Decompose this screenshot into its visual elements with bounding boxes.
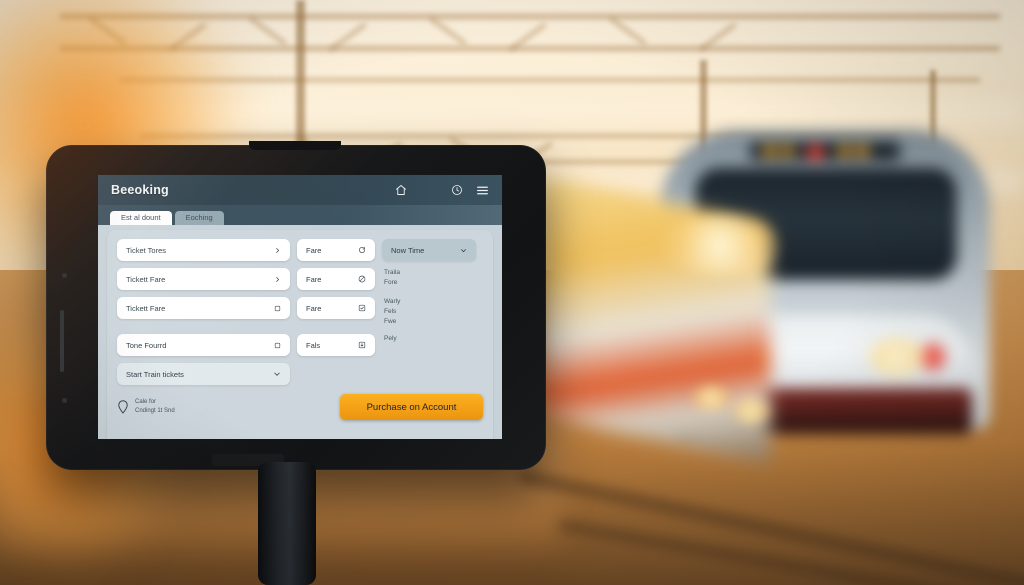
chevron-down-icon xyxy=(460,247,467,254)
side-note-1: Traila Fore xyxy=(384,269,401,287)
fare-label-3: Fare xyxy=(306,303,322,313)
tab-bar: Est al dount Eoching xyxy=(98,205,502,225)
platform-light-1 xyxy=(690,385,732,411)
ticket-tores-label: Ticket Tores xyxy=(126,245,167,255)
train-indicator-amber-right2 xyxy=(856,145,869,157)
chevron-right-icon xyxy=(274,247,281,254)
fals-label: Fals xyxy=(306,340,321,350)
fare-field-1[interactable]: Fare xyxy=(297,239,375,261)
tab-booking[interactable]: Eoching xyxy=(174,210,224,225)
sensor-dot xyxy=(62,398,67,403)
form-footer: Cale for Cndingt 1t Snd Purchase on Acco… xyxy=(117,394,483,421)
side-note-3: Pely xyxy=(384,335,397,343)
header-icon-group xyxy=(451,184,489,196)
train-headlight-right xyxy=(868,338,926,376)
download-box-icon xyxy=(358,341,366,349)
tickett-fare-label-1: Tickett Fare xyxy=(126,274,166,284)
now-time-label: Now Time xyxy=(391,245,425,255)
train-indicator-red xyxy=(807,145,824,160)
chevron-down-icon xyxy=(273,370,281,378)
form-row-3: Tickett Fare Fare Warly Fels Fwe xyxy=(117,297,483,327)
train-indicator-amber-right xyxy=(838,145,851,157)
location-line-2: Cndingt 1t Snd xyxy=(135,408,175,415)
booking-form-card: Ticket Tores Fare Now Time Tickett Fare … xyxy=(107,230,493,439)
tablet-kiosk: Beeoking Est al dount Eoching Ticket Tor… xyxy=(46,141,546,470)
form-row-2: Tickett Fare Fare Traila Fore xyxy=(117,268,483,290)
carriage-window-glow xyxy=(660,215,780,275)
start-train-tickets-label: Start Train tickets xyxy=(126,369,184,379)
fals-field[interactable]: Fals xyxy=(297,334,375,357)
square-icon xyxy=(274,305,281,312)
tone-fourrd-label: Tone Fourrd xyxy=(126,340,167,350)
side-note-2: Warly Fels Fwe xyxy=(384,298,401,326)
checkbox-checked-icon xyxy=(358,304,366,312)
tickett-fare-label-2: Tickett Fare xyxy=(126,303,166,313)
refresh-icon xyxy=(358,246,366,254)
map-pin-icon xyxy=(117,400,129,414)
form-row-4: Tone Fourrd Fals Pely xyxy=(117,334,483,357)
front-camera-dot xyxy=(62,273,67,278)
fare-label-2: Fare xyxy=(306,274,322,284)
hamburger-menu-icon[interactable] xyxy=(476,185,489,196)
ticket-tores-field[interactable]: Ticket Tores xyxy=(117,239,290,261)
train-indicator-amber-left2 xyxy=(781,145,794,157)
chevron-right-icon xyxy=(274,276,281,283)
now-time-select[interactable]: Now Time xyxy=(382,239,476,261)
form-row-5: Start Train tickets xyxy=(117,363,483,386)
location-text: Cale for Cndingt 1t Snd xyxy=(135,398,175,416)
train-indicator-amber-left xyxy=(763,145,776,157)
fare-field-2[interactable]: Fare xyxy=(297,268,375,290)
slash-circle-icon xyxy=(358,275,366,283)
location-hint: Cale for Cndingt 1t Snd xyxy=(117,398,175,416)
tablet-stand-neck xyxy=(258,462,316,585)
photo-scene: Beeoking Est al dount Eoching Ticket Tor… xyxy=(0,0,1024,585)
tablet-screen: Beeoking Est al dount Eoching Ticket Tor… xyxy=(98,175,502,439)
app-header: Beeoking xyxy=(98,175,502,205)
tickett-fare-field-2[interactable]: Tickett Fare xyxy=(117,297,290,319)
volume-button[interactable] xyxy=(60,310,64,372)
home-icon[interactable] xyxy=(395,184,407,196)
purchase-on-account-button[interactable]: Purchase on Account xyxy=(340,394,483,421)
start-train-tickets-select[interactable]: Start Train tickets xyxy=(117,363,290,386)
fare-field-3[interactable]: Fare xyxy=(297,297,375,319)
location-line-1: Cale for xyxy=(135,399,157,406)
platform-light-2 xyxy=(730,398,772,424)
tablet-top-notch xyxy=(249,141,341,150)
clock-icon[interactable] xyxy=(451,184,463,196)
square-icon xyxy=(274,342,281,349)
app-title: Beeoking xyxy=(111,183,169,197)
tab-estimate[interactable]: Est al dount xyxy=(110,210,172,225)
form-row-1: Ticket Tores Fare Now Time xyxy=(117,239,483,261)
fare-label-1: Fare xyxy=(306,245,322,255)
roof-truss-mid xyxy=(120,78,980,82)
tickett-fare-field-1[interactable]: Tickett Fare xyxy=(117,268,290,290)
tone-fourrd-field[interactable]: Tone Fourrd xyxy=(117,334,290,357)
